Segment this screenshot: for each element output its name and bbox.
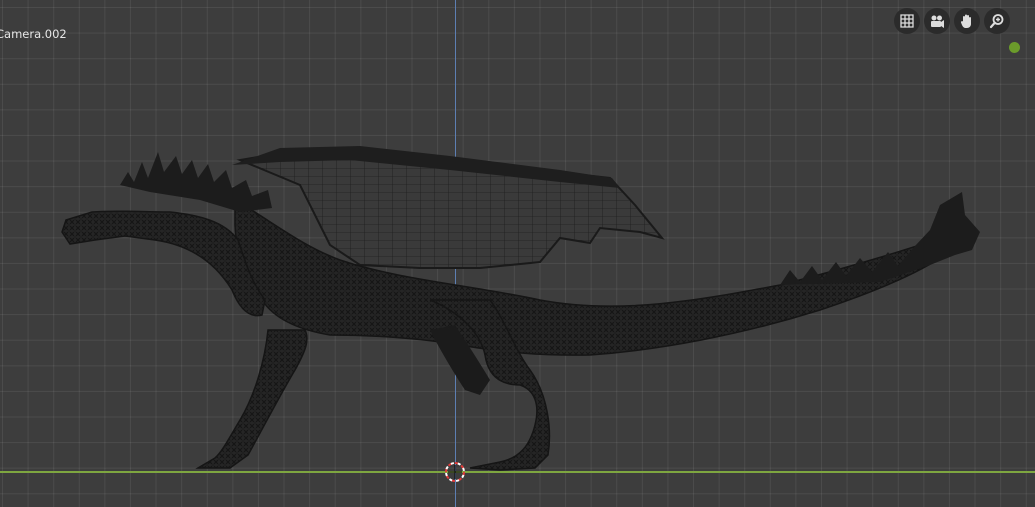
camera-label: Camera.002 [0, 27, 67, 41]
dragon-wireframe-model[interactable] [0, 0, 1035, 507]
grid-icon [900, 14, 914, 28]
3d-viewport[interactable]: Camera.002 [0, 0, 1035, 507]
toggle-grid-button[interactable] [894, 8, 920, 34]
pan-view-button[interactable] [954, 8, 980, 34]
zoom-icon [989, 14, 1004, 29]
axis-gizmo-dot[interactable] [1009, 42, 1020, 53]
camera-icon [931, 15, 944, 28]
hand-icon [960, 14, 971, 28]
zoom-view-button[interactable] [984, 8, 1010, 34]
3d-cursor-icon[interactable] [444, 461, 466, 483]
navigation-gizmo-bar [894, 8, 1010, 34]
camera-view-button[interactable] [924, 8, 950, 34]
